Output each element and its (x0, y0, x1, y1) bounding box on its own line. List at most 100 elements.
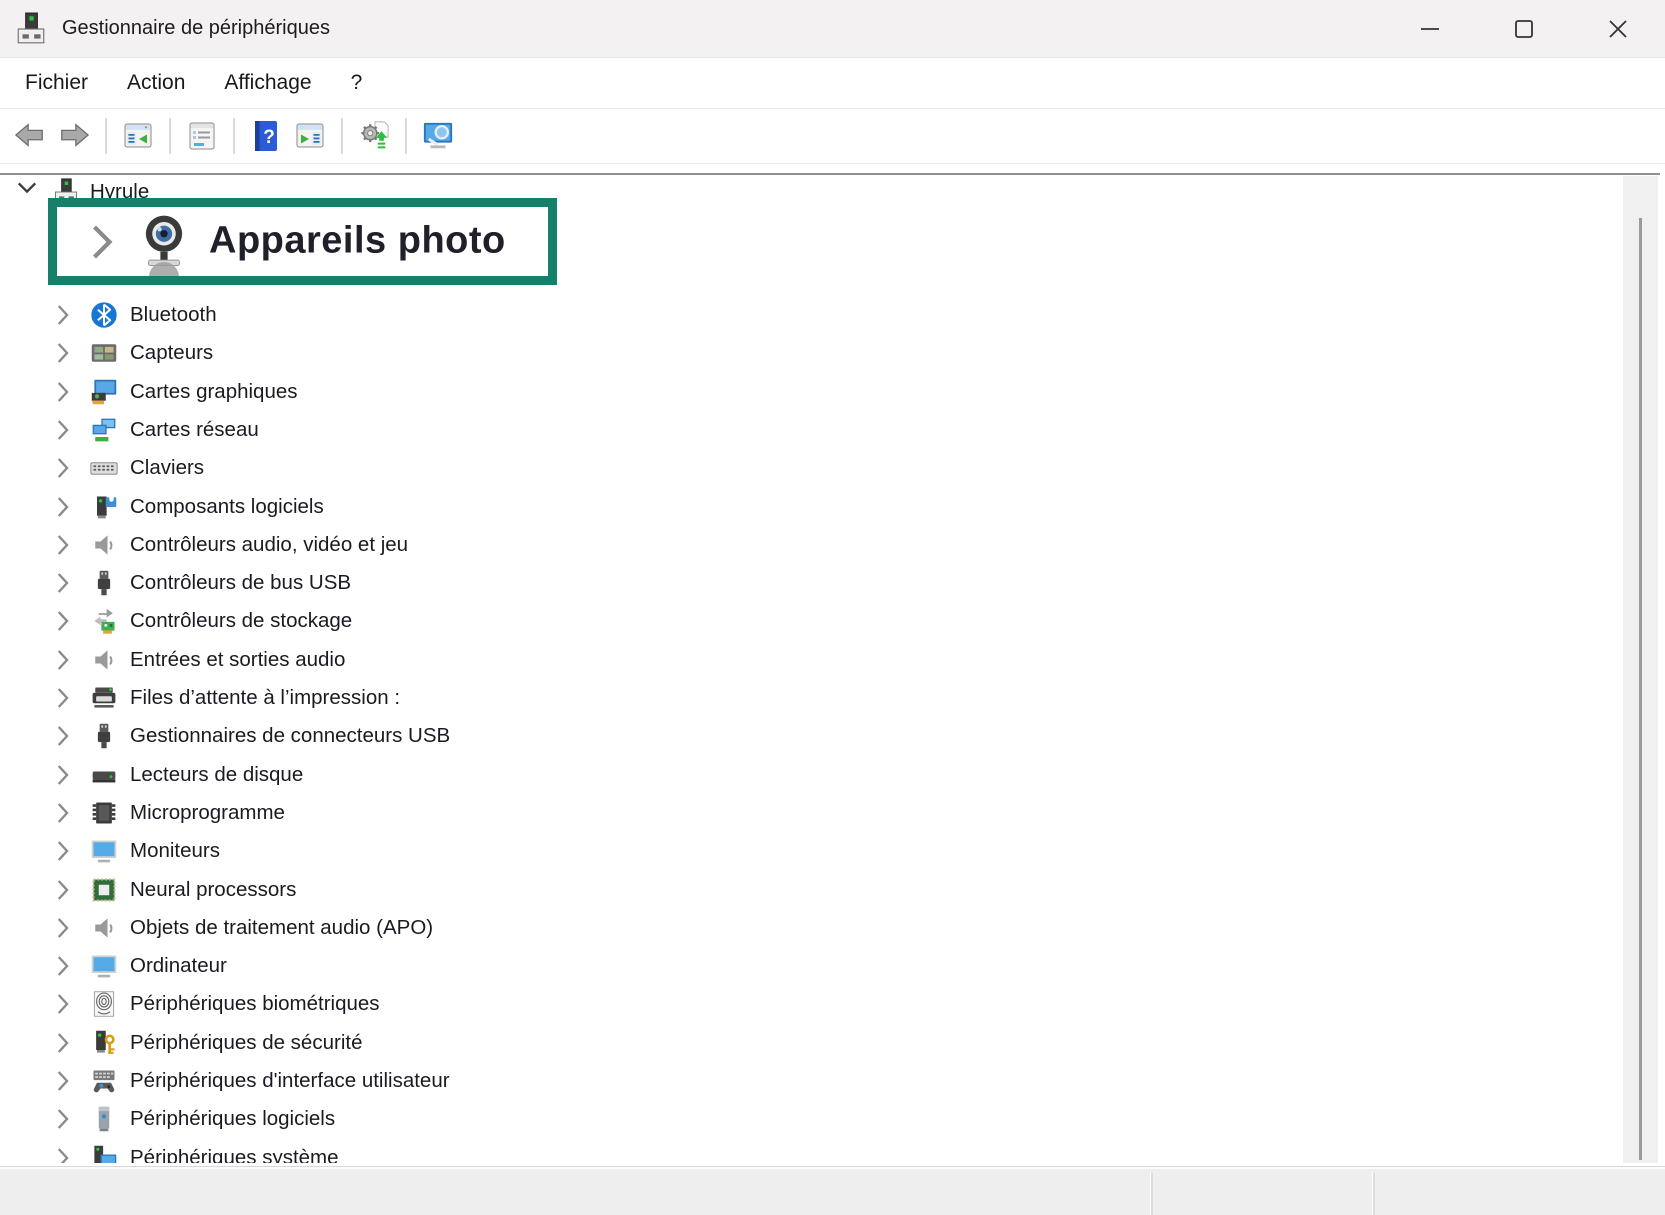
tree-item[interactable]: Entrées et sorties audio (0, 641, 1623, 679)
properties-button[interactable] (182, 116, 222, 156)
tree-item-label[interactable]: Périphériques biométriques (130, 992, 380, 1016)
tree-item-label[interactable]: Capteurs (130, 341, 213, 365)
chevron-right-icon[interactable] (55, 839, 71, 863)
tree-item[interactable]: Gestionnaires de connecteurs USB (0, 717, 1623, 755)
highlighted-item-label[interactable]: Appareils photo (209, 219, 506, 262)
menu-item-action[interactable]: Action (113, 65, 199, 101)
tree-item-label[interactable]: Périphériques d'interface utilisateur (130, 1069, 450, 1093)
svg-text:?: ? (263, 127, 275, 148)
tree-item-label[interactable]: Périphériques de sécurité (130, 1031, 362, 1055)
chevron-right-icon[interactable] (55, 763, 71, 787)
chevron-right-icon[interactable] (55, 1107, 71, 1131)
back-button[interactable] (10, 116, 50, 156)
monitor-icon (90, 837, 118, 865)
chevron-right-icon[interactable] (89, 222, 115, 262)
tree-item[interactable]: Contrôleurs audio, vidéo et jeu (0, 526, 1623, 564)
tree-item[interactable]: Contrôleurs de stockage (0, 602, 1623, 640)
chevron-right-icon[interactable] (55, 801, 71, 825)
tree-item-label[interactable]: Moniteurs (130, 839, 220, 863)
tree-item[interactable]: Cartes réseau (0, 411, 1623, 449)
tree-item[interactable]: Capteurs (0, 334, 1623, 372)
tree-item[interactable]: Microprogramme (0, 794, 1623, 832)
chevron-right-icon[interactable] (55, 1146, 71, 1163)
highlight-box-appareils-photo[interactable]: Appareils photo (48, 198, 557, 285)
tree-item[interactable]: Objets de traitement audio (APO) (0, 909, 1623, 947)
scrollbar-thumb[interactable] (1639, 218, 1642, 1160)
chevron-right-icon[interactable] (55, 609, 71, 633)
tree-item[interactable]: Périphériques système (0, 1139, 1623, 1163)
chevron-right-icon[interactable] (55, 418, 71, 442)
chevron-right-icon[interactable] (55, 495, 71, 519)
remote-computer-button[interactable] (418, 116, 458, 156)
tree-item[interactable]: Périphériques d'interface utilisateur (0, 1062, 1623, 1100)
tree-item[interactable]: Claviers (0, 449, 1623, 487)
tree-item[interactable]: Lecteurs de disque (0, 756, 1623, 794)
tree-item[interactable]: Bluetooth (0, 296, 1623, 334)
show-action-pane-button[interactable] (290, 116, 330, 156)
tree-item-label[interactable]: Entrées et sorties audio (130, 648, 345, 672)
tree-item-label[interactable]: Cartes réseau (130, 418, 259, 442)
toolbar-separator (341, 118, 343, 154)
tree-item[interactable]: Moniteurs (0, 832, 1623, 870)
chevron-right-icon[interactable] (55, 686, 71, 710)
chevron-right-icon[interactable] (55, 533, 71, 557)
speaker-icon (90, 531, 118, 559)
chevron-right-icon[interactable] (55, 648, 71, 672)
chevron-right-icon[interactable] (55, 303, 71, 327)
chevron-right-icon[interactable] (55, 1069, 71, 1093)
tree-item-label[interactable]: Neural processors (130, 878, 296, 902)
menu-item-?[interactable]: ? (337, 65, 377, 101)
help-button[interactable]: ? (246, 116, 286, 156)
tree-item-label[interactable]: Périphériques système (130, 1146, 339, 1163)
maximize-button[interactable] (1477, 0, 1571, 57)
network-adapter-icon (90, 416, 118, 444)
chevron-right-icon[interactable] (55, 954, 71, 978)
tree-item-label[interactable]: Microprogramme (130, 801, 285, 825)
tree-item-label[interactable]: Bluetooth (130, 303, 217, 327)
tree-item-label[interactable]: Périphériques logiciels (130, 1107, 335, 1131)
chevron-right-icon[interactable] (55, 916, 71, 940)
menu-item-affichage[interactable]: Affichage (210, 65, 325, 101)
tree-item-label[interactable]: Lecteurs de disque (130, 763, 303, 787)
tree-item[interactable]: Périphériques logiciels (0, 1100, 1623, 1138)
device-manager-window: Gestionnaire de périphériques Fichier Act… (0, 0, 1665, 1215)
scan-hardware-changes-button[interactable] (354, 116, 394, 156)
minimize-button[interactable] (1383, 0, 1477, 57)
tree-item[interactable]: Neural processors (0, 871, 1623, 909)
tree-item-label[interactable]: Ordinateur (130, 954, 227, 978)
chevron-right-icon[interactable] (55, 992, 71, 1016)
tree-item[interactable]: Périphériques de sécurité (0, 1024, 1623, 1062)
tree-item[interactable]: Périphériques biométriques (0, 985, 1623, 1023)
tree-item[interactable]: Ordinateur (0, 947, 1623, 985)
chevron-right-icon[interactable] (55, 380, 71, 404)
chevron-right-icon[interactable] (55, 724, 71, 748)
tree-item[interactable]: Composants logiciels (0, 488, 1623, 526)
status-segment (0, 1167, 1150, 1215)
tree-item-label[interactable]: Contrôleurs audio, vidéo et jeu (130, 533, 408, 557)
tree-item[interactable]: Contrôleurs de bus USB (0, 564, 1623, 602)
chevron-down-icon[interactable] (16, 180, 32, 204)
tree-item-label[interactable]: Cartes graphiques (130, 380, 298, 404)
menu-item-fichier[interactable]: Fichier (11, 65, 102, 101)
show-console-tree-button[interactable] (118, 116, 158, 156)
chevron-right-icon[interactable] (55, 571, 71, 595)
title-bar: Gestionnaire de périphériques (0, 0, 1665, 58)
tree-item-label[interactable]: Files d’attente à l’impression : (130, 686, 400, 710)
tree-item-label[interactable]: Contrôleurs de bus USB (130, 571, 351, 595)
tree-item-label[interactable]: Gestionnaires de connecteurs USB (130, 724, 450, 748)
chevron-right-icon[interactable] (55, 1031, 71, 1055)
tree-item-label[interactable]: Composants logiciels (130, 495, 324, 519)
tree-item-label[interactable]: Objets de traitement audio (APO) (130, 916, 433, 940)
sensors-icon (90, 339, 118, 367)
chevron-right-icon[interactable] (55, 341, 71, 365)
close-button[interactable] (1571, 0, 1665, 57)
forward-button[interactable] (54, 116, 94, 156)
chevron-right-icon[interactable] (55, 878, 71, 902)
tree-item-label[interactable]: Contrôleurs de stockage (130, 609, 352, 633)
tree-item[interactable]: Files d’attente à l’impression : (0, 679, 1623, 717)
status-segment (1152, 1167, 1372, 1215)
tree-item-label[interactable]: Claviers (130, 456, 204, 480)
firmware-chip-icon (90, 799, 118, 827)
tree-item[interactable]: Cartes graphiques (0, 373, 1623, 411)
chevron-right-icon[interactable] (55, 456, 71, 480)
